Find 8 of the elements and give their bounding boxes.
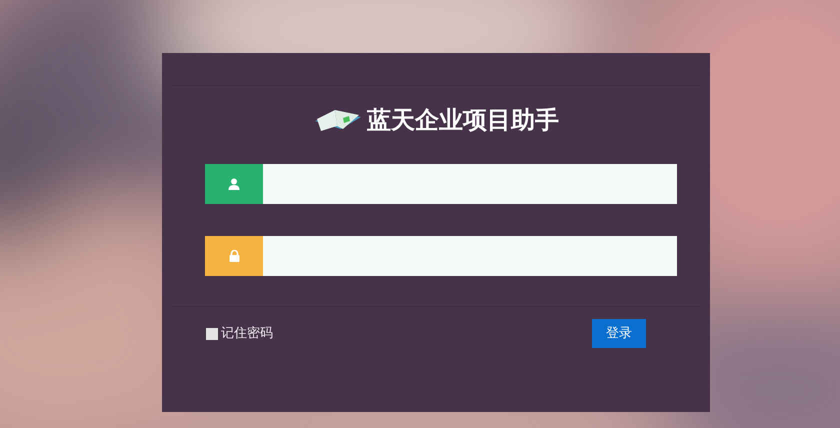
lock-icon xyxy=(228,250,240,262)
login-button[interactable]: 登录 xyxy=(592,319,646,348)
user-icon xyxy=(228,178,240,190)
input-field[interactable] xyxy=(205,236,677,276)
app-title: 蓝天企业项目助手 xyxy=(367,105,559,136)
input-field[interactable] xyxy=(205,164,677,204)
remember-label: 记住密码 xyxy=(221,324,273,343)
remember-checkbox[interactable] xyxy=(206,328,218,340)
